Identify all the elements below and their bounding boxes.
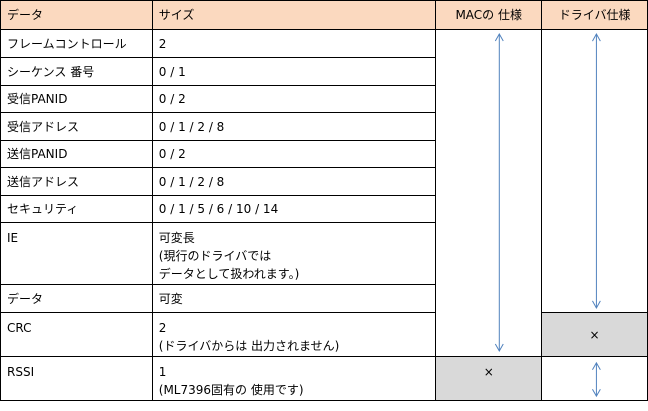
data-cell: データ bbox=[0, 284, 153, 313]
data-cell: CRC bbox=[0, 312, 153, 357]
header-row: データ サイズ MACの 仕様 ドライバ仕様 bbox=[0, 0, 648, 30]
driver-range-arrow bbox=[592, 33, 601, 309]
mac-rssi-unsupported: × bbox=[435, 356, 543, 401]
spec-table: データ サイズ MACの 仕様 ドライバ仕様 フレームコントロール 2 シーケン… bbox=[0, 0, 648, 401]
data-cell: 受信PANID bbox=[0, 85, 153, 113]
size-cell: 可変 bbox=[151, 284, 437, 313]
size-cell: 2 bbox=[151, 29, 437, 58]
size-cell: 0 / 1 / 2 / 8 bbox=[151, 112, 437, 141]
header-driver-spec: ドライバ仕様 bbox=[541, 0, 648, 30]
driver-rssi-arrow bbox=[592, 361, 601, 398]
data-cell: 送信PANID bbox=[0, 140, 153, 168]
size-cell: 0 / 2 bbox=[151, 140, 437, 168]
table-row: フレームコントロール 2 bbox=[0, 29, 648, 357]
driver-crc-unsupported: × bbox=[541, 312, 648, 357]
data-cell: 受信アドレス bbox=[0, 112, 153, 141]
header-mac-spec: MACの 仕様 bbox=[435, 0, 543, 30]
size-cell: 0 / 2 bbox=[151, 85, 437, 113]
header-size: サイズ bbox=[151, 0, 437, 30]
driver-rssi-range bbox=[541, 356, 648, 401]
data-cell: フレームコントロール bbox=[0, 29, 153, 58]
data-cell: 送信アドレス bbox=[0, 167, 153, 196]
size-cell: 1 (ML7396固有の 使用です) bbox=[151, 356, 437, 401]
data-cell: シーケンス 番号 bbox=[0, 57, 153, 86]
data-cell: IE bbox=[0, 222, 153, 285]
size-cell: 可変長 (現行のドライバでは データとして扱われます。) bbox=[151, 222, 437, 285]
size-cell: 0 / 1 / 2 / 8 bbox=[151, 167, 437, 196]
cross-mark: × bbox=[483, 365, 494, 379]
table-row: RSSI 1 (ML7396固有の 使用です) × bbox=[0, 356, 648, 401]
data-cell: RSSI bbox=[0, 356, 153, 401]
header-data: データ bbox=[0, 0, 153, 30]
size-cell: 0 / 1 / 5 / 6 / 10 / 14 bbox=[151, 195, 437, 223]
driver-spec-range bbox=[541, 29, 648, 313]
size-cell: 0 / 1 bbox=[151, 57, 437, 86]
mac-spec-range bbox=[435, 29, 543, 357]
mac-range-arrow bbox=[495, 33, 504, 352]
table-row: CRC 2 (ドライバからは 出力されません) × bbox=[0, 312, 648, 357]
data-cell: セキュリティ bbox=[0, 195, 153, 223]
cross-mark: × bbox=[589, 327, 600, 342]
size-cell: 2 (ドライバからは 出力されません) bbox=[151, 312, 437, 357]
